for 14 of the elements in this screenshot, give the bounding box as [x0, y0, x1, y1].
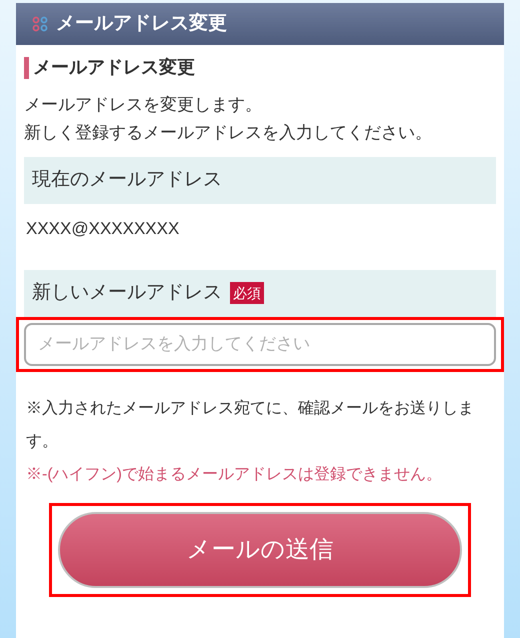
note-text: ※-(ハイフン)で始まるメールアドレスは登録できません。 [26, 464, 443, 484]
new-email-label: 新しいメールアドレス [32, 280, 222, 305]
intro-text: メールアドレスを変更します。 [24, 94, 263, 116]
required-badge: 必須 [230, 282, 264, 304]
intro-text: 新しく登録するメールアドレスを入力してください。 [24, 122, 433, 144]
section-title: メールアドレス変更 [33, 56, 195, 79]
send-mail-button[interactable]: メールの送信 [58, 512, 462, 588]
app-logo-icon [32, 16, 48, 32]
email-input[interactable]: メールアドレスを入力してください [24, 322, 496, 366]
note-text: ※入力されたメールアドレス宛てに、確認メールをお送りします。 [26, 398, 475, 452]
header-title: メールアドレス変更 [56, 12, 227, 36]
current-email-value: XXXX@XXXXXXXX [25, 218, 180, 240]
section-marker [24, 56, 29, 78]
current-email-label: 現在のメールアドレス [32, 168, 222, 192]
